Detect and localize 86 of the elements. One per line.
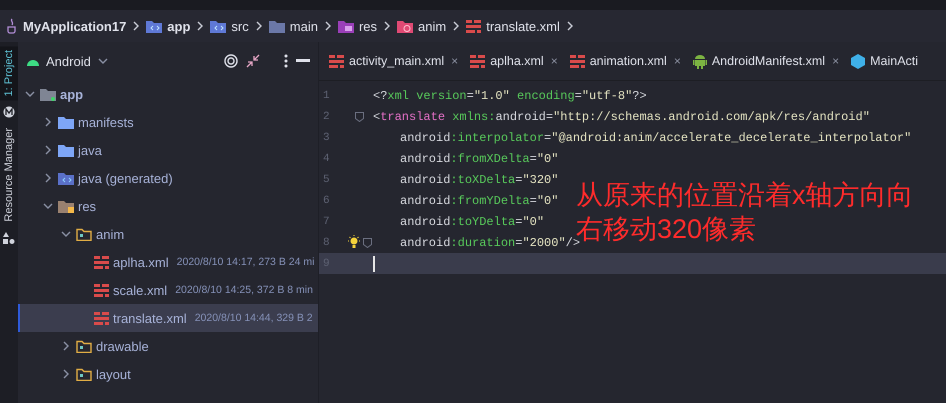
breadcrumb[interactable]: app <box>146 18 190 34</box>
close-icon[interactable]: × <box>451 54 458 68</box>
breadcrumb[interactable]: translate.xml <box>466 18 560 34</box>
tree-item[interactable]: drawable <box>18 332 318 360</box>
code-folder-icon <box>210 19 226 33</box>
animation-folder-icon <box>397 19 414 33</box>
fold-icon[interactable] <box>354 112 364 122</box>
annotation-text: 从原来的位置沿着x轴方向向 <box>576 179 914 212</box>
tool-window-tab[interactable]: Resource Manager <box>0 124 18 226</box>
chevron-right-icon <box>324 21 332 31</box>
tree-item[interactable]: scale.xml 2020/8/10 14:25, 372 B 8 min <box>18 276 318 304</box>
xml-file-icon <box>470 54 486 68</box>
line-number: 7 <box>322 216 331 228</box>
code-text: <translate xmlns:android="http://schemas.android.com/apk/res/android" <box>373 110 870 124</box>
code-folder-icon <box>146 19 162 33</box>
folder-outline-icon <box>76 227 92 241</box>
xml-file-icon <box>94 312 109 324</box>
editor-tab[interactable]: aplha.xml × <box>464 54 564 68</box>
circle-m-icon[interactable] <box>3 106 15 118</box>
module-folder-icon <box>40 87 56 101</box>
chevron-right-icon <box>383 21 392 31</box>
tree-item[interactable]: anim <box>18 220 318 248</box>
resource-folder-icon <box>58 199 74 213</box>
xml-file-icon <box>329 54 344 68</box>
breadcrumb[interactable]: main <box>268 18 318 34</box>
close-icon[interactable]: × <box>832 54 840 68</box>
folder-outline-icon <box>76 367 92 381</box>
tree-item[interactable]: java <box>18 136 318 164</box>
line-number: 4 <box>322 152 331 164</box>
tree-item[interactable]: translate.xml 2020/8/10 14:44, 329 B 2 <box>18 304 318 332</box>
folder-icon <box>58 143 74 157</box>
chevron-right-icon <box>196 21 204 31</box>
close-icon[interactable]: × <box>674 54 681 68</box>
chevron-right-icon <box>452 21 460 31</box>
folder-icon <box>58 115 74 129</box>
xml-file-icon <box>94 256 109 268</box>
code-text: android:fromYDelta="0" <box>399 194 558 208</box>
code-text: <?xml version="1.0" encoding="utf-8"?> <box>373 88 647 102</box>
more-icon[interactable] <box>284 54 288 68</box>
xml-file-icon <box>570 54 585 68</box>
tree-item[interactable]: res <box>18 192 318 220</box>
text-caret <box>373 256 375 272</box>
code-folder-icon <box>58 171 74 185</box>
close-icon[interactable]: × <box>550 54 558 68</box>
view-dropdown[interactable]: Android <box>26 54 109 68</box>
minimize-icon[interactable] <box>296 59 310 63</box>
resource-folder-icon <box>338 19 354 33</box>
xml-file-icon <box>466 20 482 32</box>
line-number: 6 <box>322 194 331 206</box>
lightbulb-icon[interactable] <box>346 235 360 250</box>
java-cup-icon <box>6 18 18 34</box>
editor-tab[interactable]: AndroidManifest.xml × <box>686 54 846 68</box>
xml-file-icon <box>94 284 109 296</box>
tree-item[interactable]: manifests <box>18 108 318 136</box>
editor-tab[interactable]: activity_main.xml × <box>323 54 464 68</box>
cube-icon <box>851 54 866 68</box>
breadcrumb[interactable]: anim <box>397 18 446 34</box>
tool-window-tab[interactable]: 1: Project <box>0 46 18 100</box>
target-icon[interactable] <box>224 54 238 68</box>
tree-item[interactable]: layout <box>18 360 318 388</box>
line-number: 8 <box>322 236 331 248</box>
breadcrumb[interactable]: src <box>210 18 249 34</box>
fold-icon[interactable] <box>362 238 372 248</box>
tree-item[interactable]: java (generated) <box>18 164 318 192</box>
line-number: 3 <box>322 132 331 144</box>
collapse-icon[interactable] <box>246 54 260 68</box>
android-icon <box>692 54 707 68</box>
code-text: android:interpolator="@android:anim/accelerate_decelerate_interpolator" <box>399 130 912 144</box>
chevron-right-icon <box>566 21 574 31</box>
chevron-right-icon <box>132 21 140 31</box>
shapes-icon[interactable] <box>3 232 15 244</box>
code-text: android:fromXDelta="0" <box>399 152 558 166</box>
tree-item[interactable]: aplha.xml 2020/8/10 14:17, 273 B 24 mi <box>18 248 318 276</box>
folder-outline-icon <box>76 339 92 353</box>
tree-item[interactable]: app <box>18 80 318 108</box>
editor-tab[interactable]: MainActi <box>845 54 924 68</box>
breadcrumb[interactable]: res <box>338 18 378 34</box>
breadcrumb[interactable]: MyApplication17 <box>6 18 126 34</box>
code-text: android:toYDelta="0" <box>399 214 544 228</box>
line-number: 5 <box>322 174 331 186</box>
code-text: android:toXDelta="320" <box>399 172 558 186</box>
line-number: 1 <box>322 90 331 102</box>
line-number: 2 <box>322 110 331 122</box>
editor-tab[interactable]: animation.xml × <box>564 54 687 68</box>
folder-icon <box>268 19 285 33</box>
chevron-right-icon <box>254 21 263 31</box>
